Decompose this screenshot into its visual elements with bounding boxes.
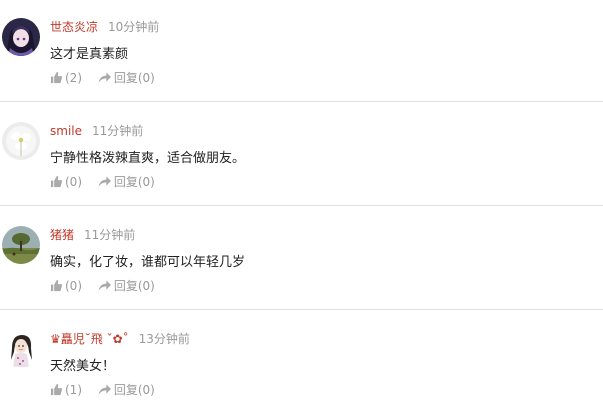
comment-actions: (0) 回复(0)	[50, 174, 155, 190]
like-count: (0)	[65, 279, 82, 293]
like-count: (2)	[65, 71, 82, 85]
reply-button[interactable]: 回复(0)	[97, 278, 155, 294]
timestamp: 11分钟前	[92, 124, 144, 138]
like-button[interactable]: (0)	[50, 278, 82, 294]
reply-arrow-icon	[98, 176, 111, 187]
like-button[interactable]: (2)	[50, 70, 82, 86]
divider	[0, 205, 603, 206]
thumbs-up-icon	[50, 71, 63, 84]
comment-meta: 猪猪 11分钟前	[50, 225, 135, 243]
comment-text: 天然美女！	[50, 359, 116, 374]
comment-meta: smile 11分钟前	[50, 121, 143, 139]
reply-arrow-icon	[98, 72, 111, 83]
username-link[interactable]: ♛矗児˘飛 ˇ✿˚	[50, 332, 129, 346]
white-flower-avatar-icon[interactable]	[2, 122, 40, 160]
username-link[interactable]: smile	[50, 124, 82, 138]
reply-button[interactable]: 回复(0)	[97, 70, 155, 86]
divider	[0, 309, 603, 310]
comment-text: 这才是真素颜	[50, 47, 129, 62]
like-button[interactable]: (1)	[50, 382, 82, 398]
cartoon-girl-avatar-icon[interactable]	[2, 330, 40, 368]
like-button[interactable]: (0)	[50, 174, 82, 190]
timestamp: 10分钟前	[108, 20, 160, 34]
like-count: (0)	[65, 175, 82, 189]
reply-label: 回复(0)	[113, 383, 155, 397]
reply-label: 回复(0)	[113, 175, 155, 189]
reply-button[interactable]: 回复(0)	[97, 174, 155, 190]
comment-actions: (2) 回复(0)	[50, 70, 155, 86]
like-count: (1)	[65, 383, 82, 397]
reply-button[interactable]: 回复(0)	[97, 382, 155, 398]
comment-item: 猪猪 11分钟前 确实，化了妆，谁都可以年轻几岁 (0) 回复(0)	[0, 208, 603, 312]
thumbs-up-icon	[50, 175, 63, 188]
reply-arrow-icon	[98, 384, 111, 395]
comment-item: smile 11分钟前 宁静性格泼辣直爽，适合做朋友。 (0) 回复(0)	[0, 104, 603, 208]
comment-actions: (0) 回复(0)	[50, 278, 155, 294]
landscape-tree-avatar-icon[interactable]	[2, 226, 40, 264]
thumbs-up-icon	[50, 383, 63, 396]
anime-girl-avatar-icon[interactable]	[2, 18, 40, 56]
username-link[interactable]: 世态炎凉	[50, 20, 98, 34]
reply-label: 回复(0)	[113, 279, 155, 293]
username-link[interactable]: 猪猪	[50, 228, 74, 242]
comment-meta: ♛矗児˘飛 ˇ✿˚ 13分钟前	[50, 329, 190, 347]
comment-actions: (1) 回复(0)	[50, 382, 155, 398]
comment-meta: 世态炎凉 10分钟前	[50, 17, 159, 35]
timestamp: 11分钟前	[84, 228, 136, 242]
comment-text: 确实，化了妆，谁都可以年轻几岁	[50, 255, 246, 270]
timestamp: 13分钟前	[138, 332, 190, 346]
thumbs-up-icon	[50, 279, 63, 292]
divider	[0, 101, 603, 102]
reply-label: 回复(0)	[113, 71, 155, 85]
comment-text: 宁静性格泼辣直爽，适合做朋友。	[50, 151, 246, 166]
reply-arrow-icon	[98, 280, 111, 291]
comment-item: ♛矗児˘飛 ˇ✿˚ 13分钟前 天然美女！ (1) 回复(0)	[0, 312, 603, 416]
comment-item: 世态炎凉 10分钟前 这才是真素颜 (2) 回复(0)	[0, 0, 603, 104]
